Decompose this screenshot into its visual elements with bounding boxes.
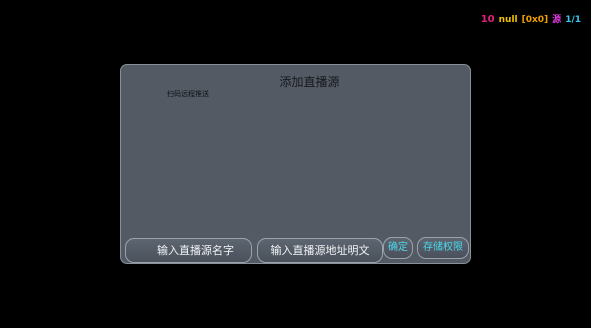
scan-push-hint: 扫码远程推送 xyxy=(167,90,209,98)
add-live-source-dialog: 添加直播源 扫码远程推送 输入直播源名字 输入直播源地址明文 确定 存储权限 xyxy=(120,64,471,264)
resolution-text: [0x0] xyxy=(521,15,549,25)
confirm-button[interactable]: 确定 xyxy=(383,237,413,259)
null-text: null xyxy=(498,15,518,25)
storage-permission-button[interactable]: 存储权限 xyxy=(417,237,469,259)
status-bar: 10 null [0x0] 源 1/1 xyxy=(481,14,581,26)
dialog-title: 添加直播源 xyxy=(279,75,340,89)
source-label: 源 xyxy=(552,15,562,25)
input-source-url-button[interactable]: 输入直播源地址明文 xyxy=(257,238,383,263)
clock-text: 10 xyxy=(480,14,495,25)
page-indicator: 1/1 xyxy=(565,15,581,25)
screen: 10 null [0x0] 源 1/1 添加直播源 扫码远程推送 输入直播源名字… xyxy=(0,0,591,328)
input-source-name-button[interactable]: 输入直播源名字 xyxy=(125,238,252,263)
